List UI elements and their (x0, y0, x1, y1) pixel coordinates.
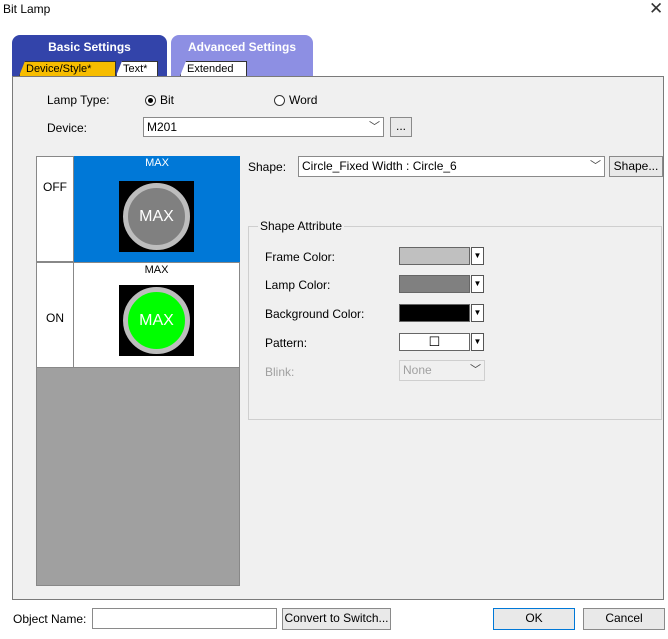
device-combo[interactable]: M201 ﹀ (143, 117, 384, 137)
background-color-dropdown[interactable]: ▼ (471, 304, 484, 322)
triangle-down-icon: ▼ (473, 308, 482, 317)
state-on-label: ON (46, 311, 64, 325)
blink-value: None (403, 363, 432, 377)
shape-button[interactable]: Shape... (609, 156, 663, 177)
object-name-input[interactable] (92, 608, 277, 629)
chevron-down-icon: ﹀ (590, 160, 601, 172)
tab-extended[interactable]: Extended (180, 61, 247, 76)
triangle-down-icon: ▼ (473, 251, 482, 260)
off-preview[interactable]: MAX MAX (74, 156, 240, 262)
tab-device-style[interactable]: Device/Style* (19, 61, 116, 76)
frame-color-swatch[interactable] (399, 247, 470, 265)
chevron-down-icon: ﹀ (369, 121, 380, 133)
on-preview-header: MAX (144, 264, 169, 276)
device-browse-button[interactable]: ... (390, 117, 412, 137)
blink-label: Blink: (265, 365, 295, 379)
tab-text[interactable]: Text* (116, 61, 158, 76)
shape-combo[interactable]: Circle_Fixed Width : Circle_6 ﹀ (298, 156, 605, 177)
convert-to-switch-button[interactable]: Convert to Switch... (282, 608, 391, 630)
frame-color-label: Frame Color: (265, 250, 336, 264)
blink-combo[interactable]: None ﹀ (399, 360, 485, 381)
off-lamp-text: MAX (139, 208, 174, 225)
triangle-down-icon: ▼ (473, 337, 482, 346)
pattern-swatch[interactable]: ☐ (399, 333, 470, 351)
device-label: Device: (47, 121, 88, 135)
object-name-label: Object Name: (13, 612, 87, 626)
close-icon[interactable]: ✕ (649, 0, 663, 19)
lamp-color-dropdown[interactable]: ▼ (471, 275, 484, 293)
frame-color-dropdown[interactable]: ▼ (471, 247, 484, 265)
lamp-type-word-label: Word (289, 93, 318, 107)
background-color-label: Background Color: (265, 307, 365, 321)
background-color-swatch[interactable] (399, 304, 470, 322)
on-lamp-background: MAX (119, 285, 194, 356)
tab-advanced-settings-label: Advanced Settings (187, 40, 297, 54)
pattern-label: Pattern: (265, 336, 308, 350)
triangle-down-icon: ▼ (473, 279, 482, 288)
state-off-cell[interactable]: OFF (36, 156, 74, 262)
tab-basic-settings-label: Basic Settings (48, 40, 131, 54)
square-outline-icon: ☐ (428, 334, 441, 349)
shape-value: Circle_Fixed Width : Circle_6 (302, 159, 457, 173)
state-on-cell[interactable]: ON (36, 262, 74, 368)
state-off-label: OFF (43, 180, 67, 194)
shape-label: Shape: (248, 160, 287, 174)
off-lamp-circle: MAX (123, 183, 190, 250)
ok-button[interactable]: OK (493, 608, 575, 630)
on-preview[interactable]: MAX MAX (74, 262, 240, 368)
shape-attribute-legend: Shape Attribute (258, 219, 345, 233)
lamp-type-bit-label: Bit (160, 93, 175, 107)
on-lamp-circle: MAX (123, 287, 190, 354)
lamp-type-bit-radio[interactable] (145, 95, 156, 106)
lamp-color-swatch[interactable] (399, 275, 470, 293)
cancel-button[interactable]: Cancel (583, 608, 665, 630)
off-preview-header: MAX (145, 157, 169, 169)
lamp-type-word-radio[interactable] (274, 95, 285, 106)
chevron-down-icon: ﹀ (470, 364, 481, 376)
off-lamp-background: MAX (119, 181, 194, 252)
lamp-color-label: Lamp Color: (265, 278, 331, 292)
on-lamp-text: MAX (139, 312, 174, 329)
pattern-dropdown[interactable]: ▼ (471, 333, 484, 351)
device-value: M201 (147, 120, 178, 134)
lamp-type-label: Lamp Type: (47, 93, 110, 107)
window-title: Bit Lamp (3, 2, 51, 16)
